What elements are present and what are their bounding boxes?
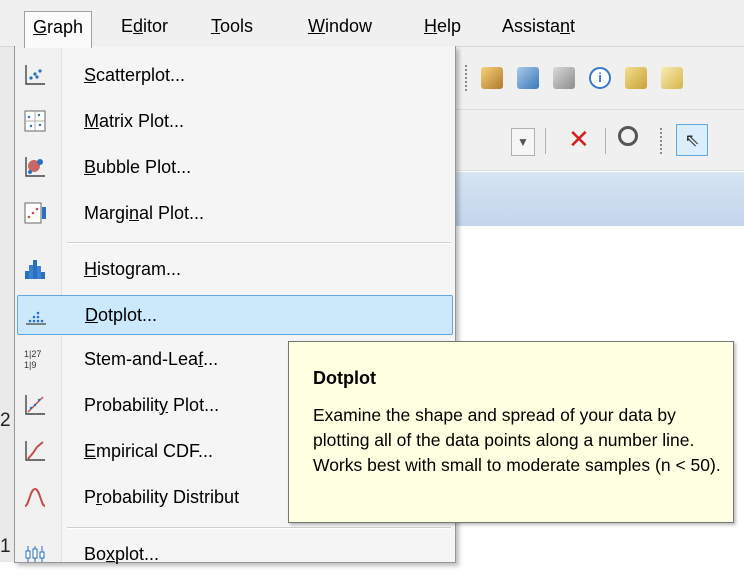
scatterplot-icon — [25, 65, 45, 85]
empirical-cdf-icon — [25, 441, 45, 461]
marginal-plot-icon — [24, 202, 46, 224]
matrix-plot-icon — [24, 110, 46, 132]
report-icon[interactable] — [481, 67, 503, 89]
cascade-windows-icon[interactable] — [553, 67, 575, 89]
menu-editor[interactable]: Editor — [113, 12, 176, 40]
toolbar-separator — [465, 65, 469, 91]
dotplot-icon — [26, 311, 46, 325]
menu-item-boxplot[interactable]: Boxplot... — [17, 535, 451, 573]
window-title-band — [455, 172, 744, 226]
tooltip-description: Examine the shape and spread of your dat… — [313, 405, 721, 475]
combo-dropdown-arrow[interactable]: ▼ — [511, 128, 535, 156]
menu-tools[interactable]: Tools — [203, 12, 261, 40]
boxplot-icon — [25, 546, 45, 562]
info-icon[interactable]: i — [589, 67, 611, 89]
menu-window[interactable]: Window — [300, 12, 380, 40]
delete-icon[interactable]: ✕ — [568, 124, 590, 155]
menu-graph[interactable]: Graph — [24, 11, 93, 48]
svg-text:1|27: 1|27 — [24, 349, 41, 359]
menu-separator — [67, 242, 451, 244]
zoom-icon[interactable] — [618, 126, 638, 146]
window-edge — [0, 0, 14, 562]
svg-text:1|9: 1|9 — [24, 360, 36, 370]
tile-windows-icon[interactable] — [517, 67, 539, 89]
toolbar-separator — [605, 128, 608, 154]
toolbar-separator — [660, 128, 664, 154]
menu-item-bubble-plot[interactable]: Bubble Plot... — [17, 148, 451, 186]
menu-item-scatterplot[interactable]: Scatterplot... — [17, 56, 451, 94]
menu-item-matrix-plot[interactable]: Matrix Plot... — [17, 102, 451, 140]
stem-and-leaf-icon: 1|27 1|9 — [24, 349, 41, 370]
session-icon[interactable] — [625, 67, 647, 89]
menu-separator — [67, 527, 451, 529]
histogram-icon — [25, 260, 45, 279]
bubble-plot-icon — [25, 157, 45, 177]
menu-assistant[interactable]: Assistant — [494, 12, 583, 40]
select-pointer-icon[interactable]: ⇖ — [676, 124, 708, 156]
toolbar-top: i — [455, 47, 744, 110]
probability-plot-icon — [25, 395, 45, 415]
menu-help[interactable]: Help — [416, 12, 469, 40]
partial-text: 1 — [0, 536, 11, 557]
probability-distribution-icon — [24, 487, 46, 507]
menu-item-marginal-plot[interactable]: Marginal Plot... — [17, 194, 451, 232]
tooltip-title: Dotplot — [313, 368, 376, 388]
menu-bar: Graph Editor Tools Window Help Assistant — [0, 0, 744, 48]
menu-item-histogram[interactable]: Histogram... — [17, 250, 451, 288]
dotplot-tooltip: Dotplot Examine the shape and spread of … — [288, 341, 734, 523]
toolbar-separator — [545, 128, 548, 154]
notes-icon[interactable] — [661, 67, 683, 89]
menu-item-dotplot[interactable]: Dotplot... — [17, 295, 453, 335]
partial-text: 2 — [0, 410, 11, 431]
